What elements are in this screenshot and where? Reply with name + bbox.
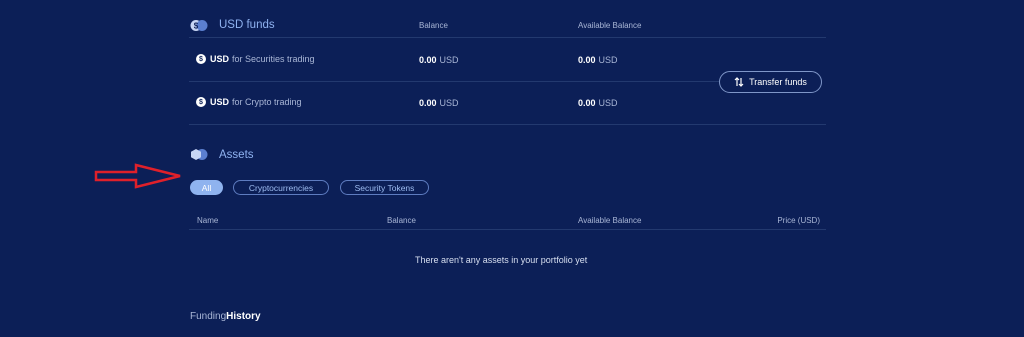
- divider: [189, 229, 826, 230]
- transfer-arrows-icon: [734, 77, 744, 87]
- usd-crypto-balance: 0.00 USD: [419, 98, 459, 108]
- usd-available-header: Available Balance: [578, 21, 642, 30]
- divider: [189, 37, 826, 38]
- filter-all-button[interactable]: All: [190, 180, 223, 195]
- red-arrow-annotation: [94, 163, 181, 189]
- usd-securities-available: 0.00 USD: [578, 55, 618, 65]
- assets-col-name: Name: [197, 216, 219, 225]
- usd-funds-title: USD funds: [219, 19, 275, 31]
- row-description: for Securities trading: [232, 54, 315, 64]
- usd-securities-balance: 0.00 USD: [419, 55, 459, 65]
- funding-history-heading: FundingHistory: [190, 311, 261, 322]
- assets-empty-message: There aren't any assets in your portfoli…: [415, 255, 588, 265]
- dollar-coin-icon: $: [196, 97, 206, 107]
- currency-code: USD: [210, 54, 230, 64]
- divider: [189, 81, 719, 82]
- usd-balance-header: Balance: [419, 21, 448, 30]
- usd-crypto-row-label: $ USD for Crypto trading: [196, 97, 302, 107]
- usd-securities-row-label: $ USD for Securities trading: [196, 54, 315, 64]
- svg-text:$: $: [194, 22, 199, 31]
- filter-cryptocurrencies-button[interactable]: Cryptocurrencies: [233, 180, 329, 195]
- assets-col-available: Available Balance: [578, 216, 642, 225]
- usd-crypto-available: 0.00 USD: [578, 98, 618, 108]
- row-description: for Crypto trading: [232, 97, 302, 107]
- transfer-funds-label: Transfer funds: [749, 77, 807, 87]
- dollar-coin-icon: $: [196, 54, 206, 64]
- currency-code: USD: [210, 97, 230, 107]
- assets-col-balance: Balance: [387, 216, 416, 225]
- transfer-funds-button[interactable]: Transfer funds: [719, 71, 822, 93]
- assets-col-price: Price (USD): [777, 216, 820, 225]
- divider: [189, 124, 826, 125]
- assets-title: Assets: [219, 149, 254, 161]
- assets-icon: [190, 148, 208, 166]
- filter-security-tokens-button[interactable]: Security Tokens: [340, 180, 429, 195]
- usd-funds-icon: $: [190, 19, 208, 37]
